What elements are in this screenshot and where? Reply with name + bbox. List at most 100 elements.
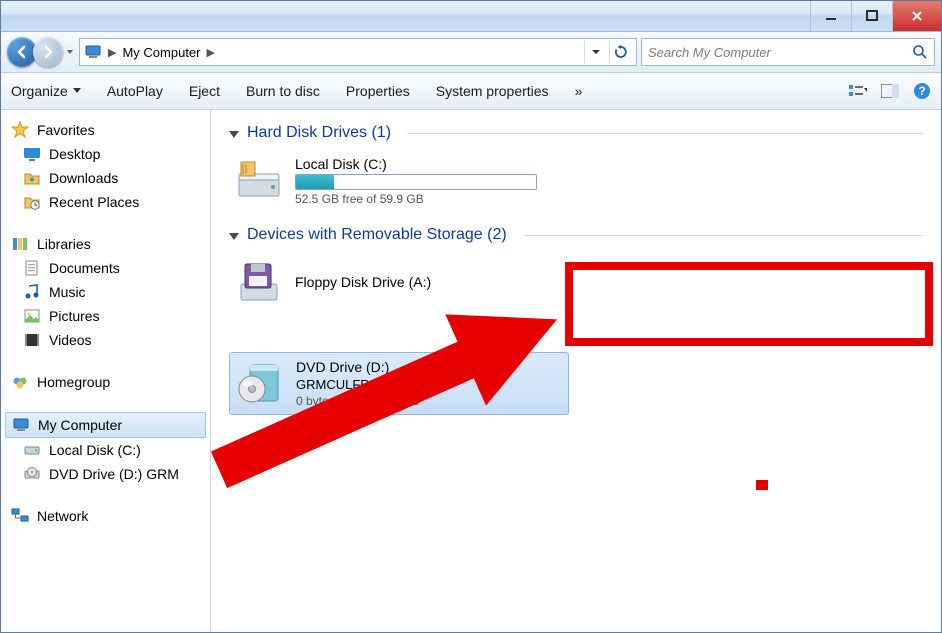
- hard-drive-icon: [23, 441, 41, 459]
- organize-menu[interactable]: Organize: [11, 83, 81, 99]
- preview-pane-icon: [881, 84, 899, 98]
- burn-to-disc-button[interactable]: Burn to disc: [246, 83, 320, 99]
- collapse-icon: [229, 233, 239, 240]
- breadcrumb-separator: ▶: [108, 46, 116, 59]
- view-icon: [849, 83, 867, 99]
- homegroup-label: Homegroup: [37, 374, 110, 390]
- sidebar-item-label: Documents: [49, 260, 120, 276]
- star-icon: [11, 121, 29, 139]
- content-pane: Hard Disk Drives (1) Local Disk (C:) 52.…: [211, 110, 941, 632]
- sidebar-item-label: Desktop: [49, 146, 100, 162]
- nav-buttons: [7, 37, 75, 67]
- libraries-group: Libraries Documents Music Pictures Video…: [5, 232, 206, 352]
- capacity-bar: [295, 174, 537, 190]
- forward-button[interactable]: [33, 37, 63, 67]
- sidebar-item-label: Downloads: [49, 170, 118, 186]
- dvd-drive-icon: [23, 465, 41, 483]
- history-dropdown-icon[interactable]: [65, 45, 75, 59]
- address-bar[interactable]: ▶ My Computer ▶: [79, 38, 637, 66]
- annotation-dot: [756, 480, 768, 490]
- eject-button[interactable]: Eject: [189, 83, 220, 99]
- libraries-icon: [11, 235, 29, 253]
- drive-dvd-d[interactable]: DVD Drive (D:) GRMCULFRER_EN_DVD 0 bytes…: [229, 352, 569, 415]
- help-icon: ?: [913, 82, 931, 100]
- sidebar-item-documents[interactable]: Documents: [5, 256, 206, 280]
- properties-button[interactable]: Properties: [346, 83, 410, 99]
- sidebar-item-label: My Computer: [38, 417, 122, 433]
- hdd-section-title: Hard Disk Drives (1): [247, 124, 391, 142]
- sidebar-item-desktop[interactable]: Desktop: [5, 142, 206, 166]
- arrow-right-icon: [41, 45, 55, 59]
- sidebar-item-dvd-drive[interactable]: DVD Drive (D:) GRM: [5, 462, 206, 486]
- computer-icon: [84, 43, 102, 61]
- computer-icon: [12, 416, 30, 434]
- network-group: Network: [5, 504, 206, 528]
- explorer-window: ▶ My Computer ▶ Search My Computer Organ…: [0, 0, 942, 633]
- sidebar-item-my-computer[interactable]: My Computer: [5, 412, 206, 438]
- search-icon: [912, 44, 928, 60]
- drive-title: Local Disk (C:): [295, 156, 537, 172]
- videos-icon: [23, 331, 41, 349]
- drive-title: DVD Drive (D:): [296, 359, 448, 375]
- favorites-label: Favorites: [37, 122, 95, 138]
- preview-pane-button[interactable]: [881, 82, 899, 100]
- close-button[interactable]: [892, 1, 941, 31]
- homegroup-header[interactable]: Homegroup: [5, 370, 206, 394]
- view-options-button[interactable]: [849, 82, 867, 100]
- address-history-dropdown[interactable]: [584, 41, 607, 63]
- hard-drive-icon: [235, 156, 283, 204]
- svg-text:?: ?: [918, 84, 925, 98]
- sidebar-item-pictures[interactable]: Pictures: [5, 304, 206, 328]
- drive-local-disk-c[interactable]: Local Disk (C:) 52.5 GB free of 59.9 GB: [229, 150, 569, 212]
- drive-free-text: 0 bytes free of 2.32 GB: [296, 394, 448, 408]
- refresh-button[interactable]: [609, 41, 632, 63]
- help-button[interactable]: ?: [913, 82, 931, 100]
- breadcrumb-separator: ▶: [207, 46, 215, 59]
- sidebar-item-recent-places[interactable]: Recent Places: [5, 190, 206, 214]
- sidebar-item-label: Pictures: [49, 308, 100, 324]
- sidebar-item-local-disk[interactable]: Local Disk (C:): [5, 438, 206, 462]
- sidebar-item-label: Local Disk (C:): [49, 442, 141, 458]
- sidebar-item-videos[interactable]: Videos: [5, 328, 206, 352]
- sidebar-item-label: Music: [49, 284, 86, 300]
- recent-places-icon: [23, 193, 41, 211]
- search-box[interactable]: Search My Computer: [641, 38, 935, 66]
- network-header[interactable]: Network: [5, 504, 206, 528]
- chevron-down-icon: [73, 87, 81, 95]
- libraries-header[interactable]: Libraries: [5, 232, 206, 256]
- music-icon: [23, 283, 41, 301]
- navigation-bar: ▶ My Computer ▶ Search My Computer: [1, 32, 941, 73]
- search-placeholder-text: Search My Computer: [648, 45, 771, 60]
- titlebar: [1, 1, 941, 32]
- maximize-icon: [865, 9, 879, 23]
- arrow-left-icon: [15, 45, 29, 59]
- minimize-button[interactable]: [810, 1, 851, 31]
- removable-section-header[interactable]: Devices with Removable Storage (2): [229, 226, 923, 244]
- sidebar-item-music[interactable]: Music: [5, 280, 206, 304]
- refresh-icon: [614, 45, 628, 59]
- capacity-fill: [296, 175, 334, 189]
- toolbar-overflow[interactable]: »: [575, 83, 583, 99]
- sidebar-item-label: Videos: [49, 332, 92, 348]
- hdd-section-header[interactable]: Hard Disk Drives (1): [229, 124, 923, 142]
- autoplay-button[interactable]: AutoPlay: [107, 83, 163, 99]
- close-icon: [910, 9, 924, 23]
- maximize-button[interactable]: [851, 1, 892, 31]
- collapse-icon: [229, 131, 239, 138]
- pictures-icon: [23, 307, 41, 325]
- drive-title: Floppy Disk Drive (A:): [295, 274, 431, 290]
- drive-floppy-a[interactable]: Floppy Disk Drive (A:): [229, 252, 549, 312]
- favorites-header[interactable]: Favorites: [5, 118, 206, 142]
- sidebar-item-label: Recent Places: [49, 194, 139, 210]
- navigation-pane: Favorites Desktop Downloads Recent Place…: [1, 110, 211, 632]
- downloads-icon: [23, 169, 41, 187]
- sidebar-item-downloads[interactable]: Downloads: [5, 166, 206, 190]
- divider: [407, 133, 923, 134]
- drive-free-text: 52.5 GB free of 59.9 GB: [295, 192, 537, 206]
- system-properties-button[interactable]: System properties: [436, 83, 549, 99]
- drive-volume-label: GRMCULFRER_EN_DVD: [296, 377, 448, 392]
- favorites-group: Favorites Desktop Downloads Recent Place…: [5, 118, 206, 214]
- explorer-body: Favorites Desktop Downloads Recent Place…: [1, 110, 941, 632]
- network-icon: [11, 507, 29, 525]
- breadcrumb-item[interactable]: My Computer: [122, 45, 200, 60]
